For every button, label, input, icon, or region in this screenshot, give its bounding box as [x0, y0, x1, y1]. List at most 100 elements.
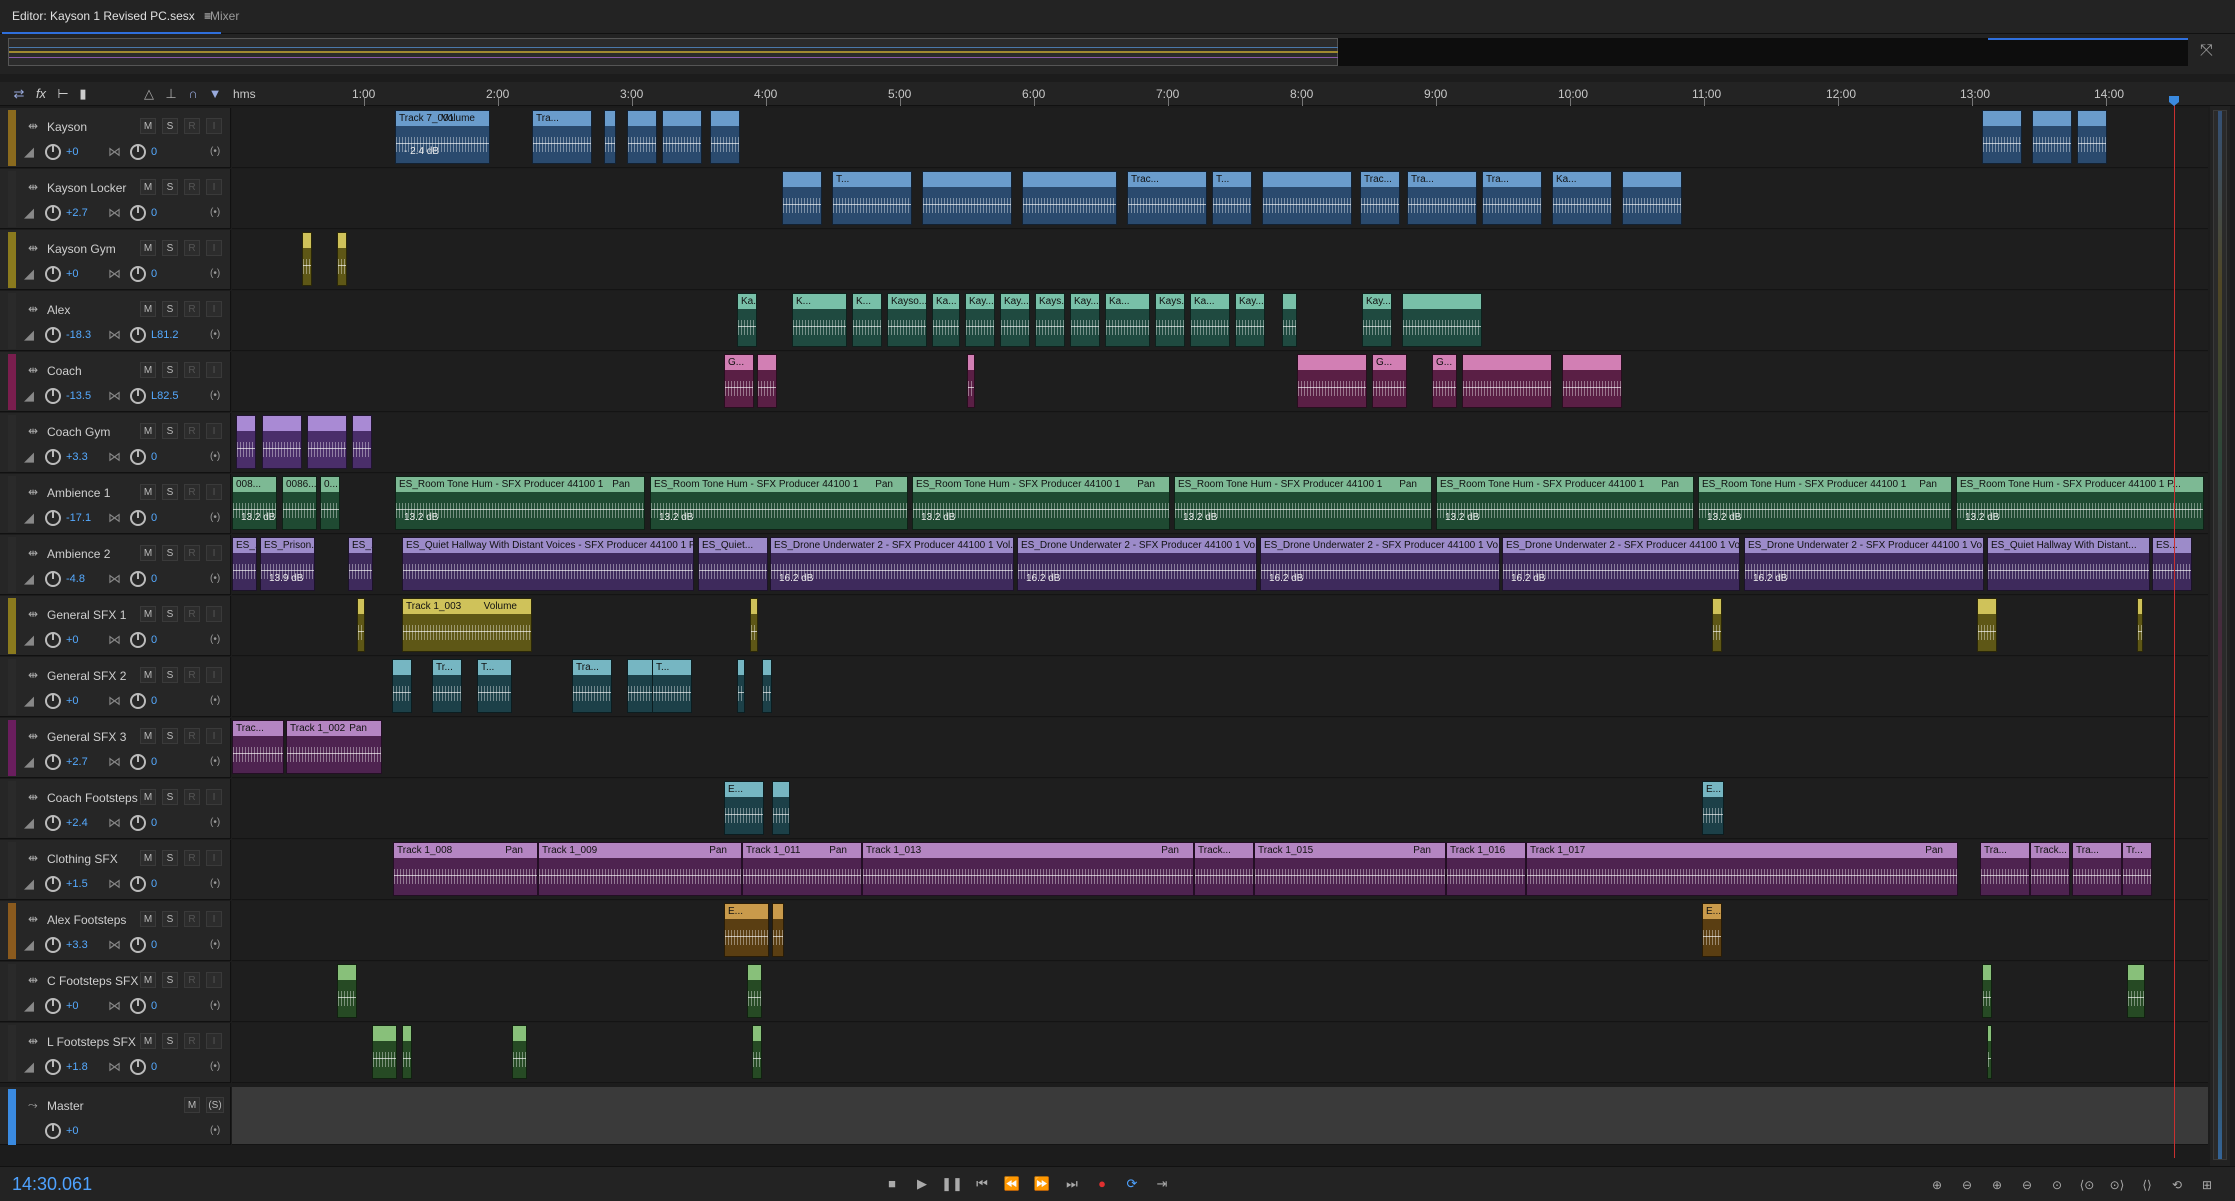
clip-waveform[interactable]: [628, 675, 654, 712]
audio-clip[interactable]: Tra...: [572, 659, 612, 713]
audio-clip[interactable]: [236, 415, 256, 469]
audio-clip[interactable]: [1262, 171, 1352, 225]
audio-clip[interactable]: Kay...: [1070, 293, 1100, 347]
mute-button[interactable]: M: [140, 789, 156, 805]
eq-icon[interactable]: ▮: [74, 85, 92, 103]
envelope-line[interactable]: [1988, 569, 2149, 571]
clip-waveform[interactable]: [2128, 980, 2144, 1017]
clip-header[interactable]: [628, 111, 656, 126]
move-handle-icon[interactable]: ⇹: [28, 607, 38, 621]
tab-editor[interactable]: Editor: Kayson 1 Revised PC.sesx ≡: [2, 0, 222, 34]
record-arm-button[interactable]: R: [184, 606, 200, 622]
clip-header[interactable]: [2078, 111, 2106, 126]
clip-waveform[interactable]: [358, 614, 364, 651]
solo-button[interactable]: S: [162, 850, 178, 866]
volume-value[interactable]: +2.4: [66, 817, 88, 829]
mute-button[interactable]: M: [140, 1033, 156, 1049]
clip-waveform[interactable]: [833, 187, 911, 224]
clip-header[interactable]: [338, 233, 346, 248]
envelope-line[interactable]: [1001, 325, 1029, 327]
envelope-line[interactable]: [1261, 569, 1499, 571]
envelope-line[interactable]: [1703, 813, 1723, 815]
clip-waveform[interactable]: [968, 370, 974, 407]
clip-waveform[interactable]: [403, 1041, 411, 1078]
audio-clip[interactable]: Ka...: [737, 293, 757, 347]
audio-clip[interactable]: Trac...: [1127, 171, 1207, 225]
clip-header[interactable]: Track 7_001 Volume: [396, 111, 489, 126]
audio-clip[interactable]: Track 1_003 Volume: [402, 598, 532, 652]
clip-header[interactable]: [1023, 172, 1116, 187]
zoom-out-point-icon[interactable]: ⊙⟩: [2106, 1175, 2128, 1195]
volume-value[interactable]: +0: [66, 695, 79, 707]
audio-clip[interactable]: Trac...: [1360, 171, 1400, 225]
clip-waveform[interactable]: [394, 858, 537, 895]
clip-waveform[interactable]: [1983, 126, 2021, 163]
track-name[interactable]: Kayson: [47, 120, 87, 134]
clip-waveform[interactable]: [1981, 858, 2029, 895]
envelope-line[interactable]: [1023, 203, 1116, 205]
clip-waveform[interactable]: [303, 248, 311, 285]
clip-header[interactable]: [2128, 965, 2144, 980]
clip-header[interactable]: ES_Room Tone Hum - SFX Producer 44100 1 P…: [396, 477, 644, 492]
envelope-line[interactable]: [1213, 203, 1251, 205]
clip-waveform[interactable]: [1433, 370, 1456, 407]
clip-gain-value[interactable]: 13.2 dB: [921, 512, 955, 523]
clip-waveform[interactable]: [1023, 187, 1116, 224]
envelope-line[interactable]: [1988, 1057, 1991, 1059]
audio-clip[interactable]: K...: [792, 293, 847, 347]
track-lane[interactable]: [232, 962, 2208, 1022]
audio-clip[interactable]: Kays...: [1155, 293, 1185, 347]
envelope-line[interactable]: [833, 203, 911, 205]
clip-header[interactable]: E...: [725, 782, 763, 797]
envelope-line[interactable]: [1071, 325, 1099, 327]
pan-knob[interactable]: [130, 449, 146, 465]
clip-header[interactable]: [628, 660, 654, 675]
output-routing-icon[interactable]: (•): [210, 695, 220, 706]
audio-clip[interactable]: [1297, 354, 1367, 408]
monitor-input-button[interactable]: I: [206, 301, 222, 317]
clip-waveform[interactable]: [1373, 370, 1406, 407]
zoom-selection-icon[interactable]: ⊙: [2046, 1175, 2068, 1195]
clip-waveform[interactable]: [725, 370, 753, 407]
monitor-input-button[interactable]: I: [206, 972, 222, 988]
output-routing-icon[interactable]: (•): [210, 1061, 220, 1072]
volume-value[interactable]: -4.8: [66, 573, 85, 585]
pan-value[interactable]: L82.5: [151, 390, 179, 402]
clip-header[interactable]: Track 1_011 Pan: [743, 843, 861, 858]
envelope-line[interactable]: [1563, 386, 1621, 388]
envelope-line[interactable]: [1263, 203, 1351, 205]
record-arm-button[interactable]: R: [184, 1033, 200, 1049]
pan-knob[interactable]: [130, 266, 146, 282]
clip-param-label[interactable]: Pan: [829, 843, 847, 858]
clip-gain-value[interactable]: 16.2 dB: [1753, 573, 1787, 584]
clip-waveform[interactable]: [966, 309, 994, 346]
envelope-line[interactable]: [1156, 325, 1184, 327]
audio-clip[interactable]: Tra...: [532, 110, 592, 164]
track-header[interactable]: ⇹ Kayson Locker M S R I ◢ +2.7 ⋈ 0 (•): [0, 169, 231, 229]
track-name[interactable]: L Footsteps SFX: [47, 1035, 136, 1049]
clip-header[interactable]: [1298, 355, 1366, 370]
envelope-line[interactable]: [358, 630, 364, 632]
audio-clip[interactable]: [2077, 110, 2107, 164]
clip-header[interactable]: K...: [853, 294, 881, 309]
envelope-line[interactable]: [393, 691, 411, 693]
clip-waveform[interactable]: 16.2 dB: [1018, 553, 1256, 590]
clip-waveform[interactable]: [1361, 187, 1399, 224]
track-lane[interactable]: [232, 1023, 2208, 1083]
mute-button[interactable]: M: [140, 606, 156, 622]
clip-header[interactable]: [353, 416, 371, 431]
envelope-line[interactable]: [853, 325, 881, 327]
clip-waveform[interactable]: 13.2 dB: [1699, 492, 1951, 529]
track-header[interactable]: ⇹ Ambience 1 M S R I ◢ -17.1 ⋈ 0 (•): [0, 474, 231, 534]
audio-clip[interactable]: ES_Room Tone Hum - SFX Producer 44100 1 P…: [1174, 476, 1432, 530]
audio-clip[interactable]: [1562, 354, 1622, 408]
clip-gain-value[interactable]: 13.2 dB: [241, 512, 275, 523]
fx-icon[interactable]: fx: [32, 85, 50, 103]
clip-waveform[interactable]: [1001, 309, 1029, 346]
track-name[interactable]: Alex: [47, 303, 70, 317]
clip-header[interactable]: ES_Room Tone Hum - SFX Producer 44100 1 …: [1957, 477, 2203, 492]
clip-waveform[interactable]: - 2.4 dB: [396, 126, 489, 163]
clip-header[interactable]: K...: [793, 294, 846, 309]
clip-header[interactable]: T...: [653, 660, 691, 675]
audio-clip[interactable]: [307, 415, 347, 469]
